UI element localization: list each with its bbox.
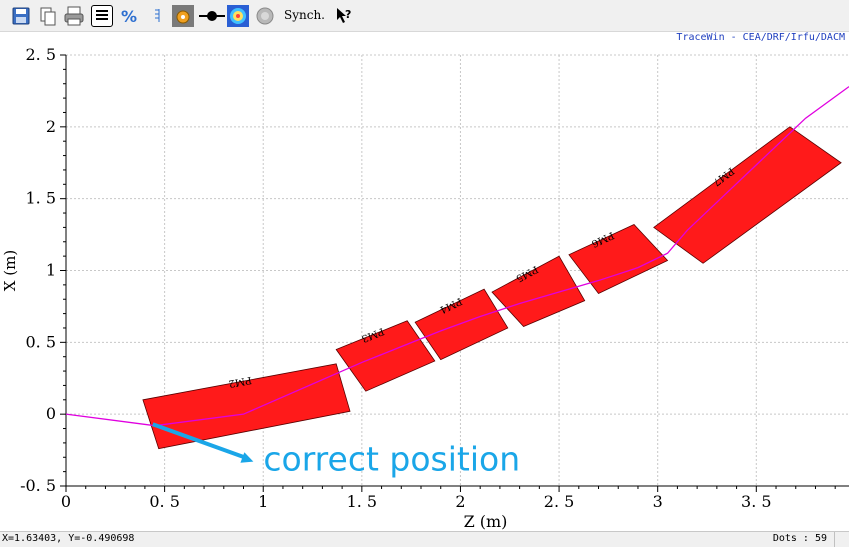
status-divider — [834, 532, 835, 547]
magnet-pm6[interactable] — [568, 224, 669, 294]
y-tick-label: 1 — [46, 261, 56, 280]
y-tick-label: 0 — [46, 404, 56, 423]
y-axis-label: X (m) — [1, 250, 19, 291]
y-tick-label: -0. 5 — [20, 476, 56, 495]
x-tick-label: 1 — [258, 492, 268, 511]
magnet-pm3[interactable] — [335, 320, 436, 392]
x-tick-label: 2 — [455, 492, 465, 511]
magnet-pm5[interactable] — [491, 255, 586, 328]
x-tick-label: 0. 5 — [149, 492, 180, 511]
y-tick-label: 0. 5 — [25, 332, 56, 351]
beam-trajectory — [65, 86, 849, 427]
y-tick-label: 2 — [46, 117, 56, 136]
dots-count: Dots : 59 — [772, 533, 827, 544]
annotation-text: correct position — [263, 440, 520, 479]
x-tick-label: 0 — [61, 492, 71, 511]
x-tick-label: 1. 5 — [347, 492, 378, 511]
x-tick-label: 2. 5 — [544, 492, 575, 511]
x-axis-label: Z (m) — [464, 512, 508, 531]
x-tick-label: 3. 5 — [741, 492, 772, 511]
status-bar: X=1.63403, Y=-0.490698 Dots : 59 — [0, 531, 849, 547]
y-tick-label: 1. 5 — [25, 189, 56, 208]
y-tick-label: 2. 5 — [25, 45, 56, 64]
magnet-pm7[interactable] — [653, 126, 842, 264]
x-tick-label: 3 — [653, 492, 663, 511]
cursor-coordinates: X=1.63403, Y=-0.490698 — [2, 533, 135, 544]
plot-area[interactable]: 0 0. 5 1 1. 5 2 2. 5 3 3. 5 -0. 5 0 0. 5 1 1. 5 2 2. 5… — [0, 0, 849, 531]
